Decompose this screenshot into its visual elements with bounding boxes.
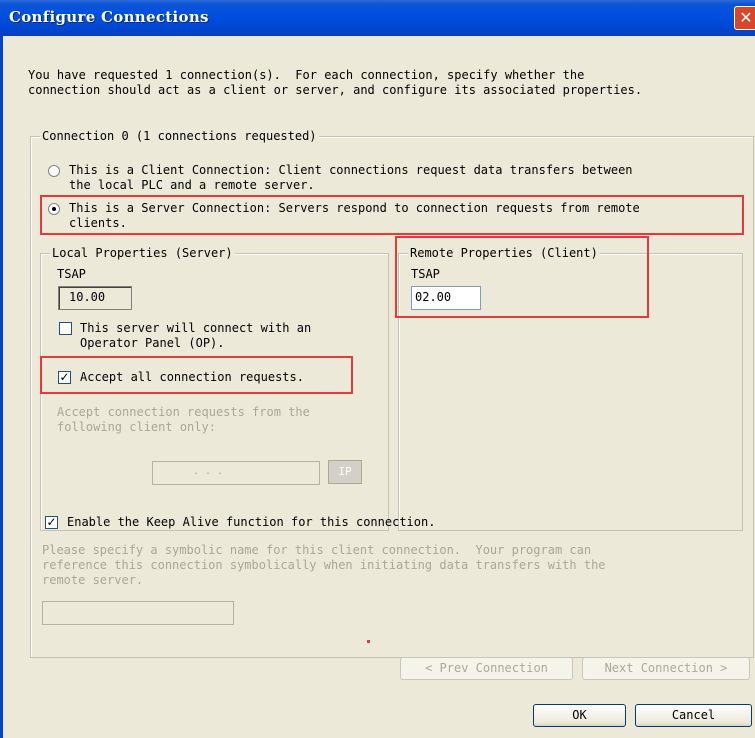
close-button[interactable]: ✕: [734, 6, 755, 30]
op-panel-checkbox[interactable]: [59, 322, 72, 335]
ip-address-button: IP: [328, 460, 362, 484]
local-properties-label: Local Properties (Server): [50, 246, 235, 261]
keep-alive-checkbox[interactable]: ✓: [45, 516, 58, 529]
prev-connection-button[interactable]: < Prev Connection: [400, 657, 573, 680]
accept-from-label-2: following client only:: [57, 420, 216, 434]
client-connection-radio[interactable]: [48, 165, 60, 177]
client-ip-field: . . .: [152, 461, 320, 485]
remote-properties-highlight: [395, 236, 649, 318]
next-connection-button[interactable]: Next Connection >: [582, 657, 750, 680]
title-bar[interactable]: Configure Connections ✕: [0, 0, 755, 36]
red-dot-marker: [367, 640, 370, 643]
local-tsap-field[interactable]: 10.00: [58, 286, 132, 310]
local-tsap-label: TSAP: [57, 267, 86, 281]
client-connection-label-1[interactable]: This is a Client Connection: Client conn…: [69, 163, 633, 178]
window-title: Configure Connections: [9, 8, 209, 26]
dialog-body: You have requested 1 connection(s). For …: [0, 36, 755, 738]
connection-group-label: Connection 0 (1 connections requested): [40, 129, 319, 144]
intro-text-line-1: You have requested 1 connection(s). For …: [28, 68, 585, 82]
symbolic-text-line-3: remote server.: [42, 573, 144, 587]
client-connection-label-2[interactable]: the local PLC and a remote server.: [69, 178, 315, 193]
symbolic-name-field: [42, 601, 234, 625]
server-connection-highlight: [40, 195, 744, 235]
accept-from-label-1: Accept connection requests from the: [57, 405, 310, 419]
ok-button[interactable]: OK: [533, 704, 626, 727]
accept-all-highlight: [40, 356, 353, 394]
cancel-button[interactable]: Cancel: [635, 704, 752, 727]
symbolic-text-line-2: reference this connection symbolically w…: [42, 558, 606, 572]
symbolic-text-line-1: Please specify a symbolic name for this …: [42, 543, 592, 557]
intro-text-line-2: connection should act as a client or ser…: [28, 83, 643, 97]
op-panel-label-1[interactable]: This server will connect with an: [80, 321, 311, 336]
op-panel-label-2[interactable]: Operator Panel (OP).: [80, 336, 225, 351]
keep-alive-label[interactable]: Enable the Keep Alive function for this …: [67, 515, 435, 530]
